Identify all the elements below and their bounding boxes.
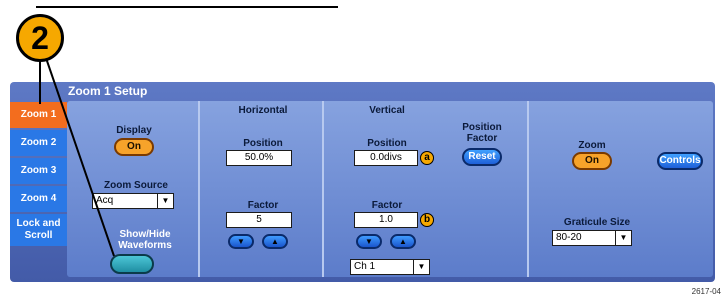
horizontal-factor-label: Factor	[247, 200, 279, 211]
horizontal-factor-field[interactable]: 5	[226, 212, 292, 228]
zoom-label: Zoom	[578, 140, 606, 151]
horizontal-position-label: Position	[243, 138, 283, 149]
vertical-header: Vertical	[369, 105, 405, 116]
zoom-source-select[interactable]: Acq ▼	[92, 193, 174, 209]
figure-id: 2617-04	[691, 287, 721, 296]
tab-zoom-1[interactable]: Zoom 1	[10, 102, 67, 128]
horizontal-factor-down-button[interactable]: ▼	[228, 234, 254, 249]
vertical-factor-up-button[interactable]: ▲	[390, 234, 416, 249]
column-divider	[527, 101, 529, 277]
dropdown-arrow-icon: ▼	[413, 260, 429, 274]
zoom-source-label: Zoom Source	[104, 180, 168, 191]
vertical-position-field[interactable]: 0.0divs	[354, 150, 418, 166]
graticule-size-select[interactable]: 80-20 ▼	[552, 230, 632, 246]
zoom-source-value: Acq	[96, 195, 114, 206]
panel-title: Zoom 1 Setup	[68, 84, 148, 98]
tab-lock-and-scroll[interactable]: Lock and Scroll	[10, 214, 67, 246]
graticule-size-value: 80-20	[556, 232, 582, 243]
dropdown-arrow-icon: ▼	[157, 194, 173, 208]
vertical-factor-field[interactable]: 1.0	[354, 212, 418, 228]
callout-a-badge: a	[420, 151, 434, 165]
column-divider	[322, 101, 324, 277]
controls-button[interactable]: Controls	[657, 152, 703, 170]
tab-zoom-4[interactable]: Zoom 4	[10, 186, 67, 212]
zoom-tabs: Zoom 1 Zoom 2 Zoom 3 Zoom 4 Lock and Scr…	[10, 102, 67, 248]
tab-zoom-2[interactable]: Zoom 2	[10, 130, 67, 156]
dropdown-arrow-icon: ▼	[615, 231, 631, 245]
callout-number: 2	[31, 19, 49, 56]
zoom-on-button[interactable]: On	[572, 152, 612, 170]
display-label: Display	[116, 125, 152, 136]
position-factor-label: Position Factor	[462, 122, 502, 144]
display-on-button[interactable]: On	[114, 138, 154, 156]
vertical-factor-label: Factor	[371, 200, 403, 211]
vertical-position-label: Position	[367, 138, 407, 149]
show-hide-waveforms-button[interactable]	[110, 254, 154, 274]
callout-b-badge: b	[420, 213, 434, 227]
callout-leader-line	[36, 6, 338, 8]
channel-value: Ch 1	[354, 261, 376, 272]
reset-button[interactable]: Reset	[462, 148, 502, 166]
channel-select[interactable]: Ch 1 ▼	[350, 259, 430, 275]
callout-number-badge: 2	[16, 14, 64, 62]
graticule-size-label: Graticule Size	[563, 217, 631, 228]
horizontal-factor-up-button[interactable]: ▲	[262, 234, 288, 249]
horizontal-header: Horizontal	[238, 105, 288, 116]
tab-zoom-3[interactable]: Zoom 3	[10, 158, 67, 184]
horizontal-position-field[interactable]: 50.0%	[226, 150, 292, 166]
column-divider	[198, 101, 200, 277]
vertical-factor-down-button[interactable]: ▼	[356, 234, 382, 249]
show-hide-label: Show/Hide Waveforms	[118, 229, 172, 251]
